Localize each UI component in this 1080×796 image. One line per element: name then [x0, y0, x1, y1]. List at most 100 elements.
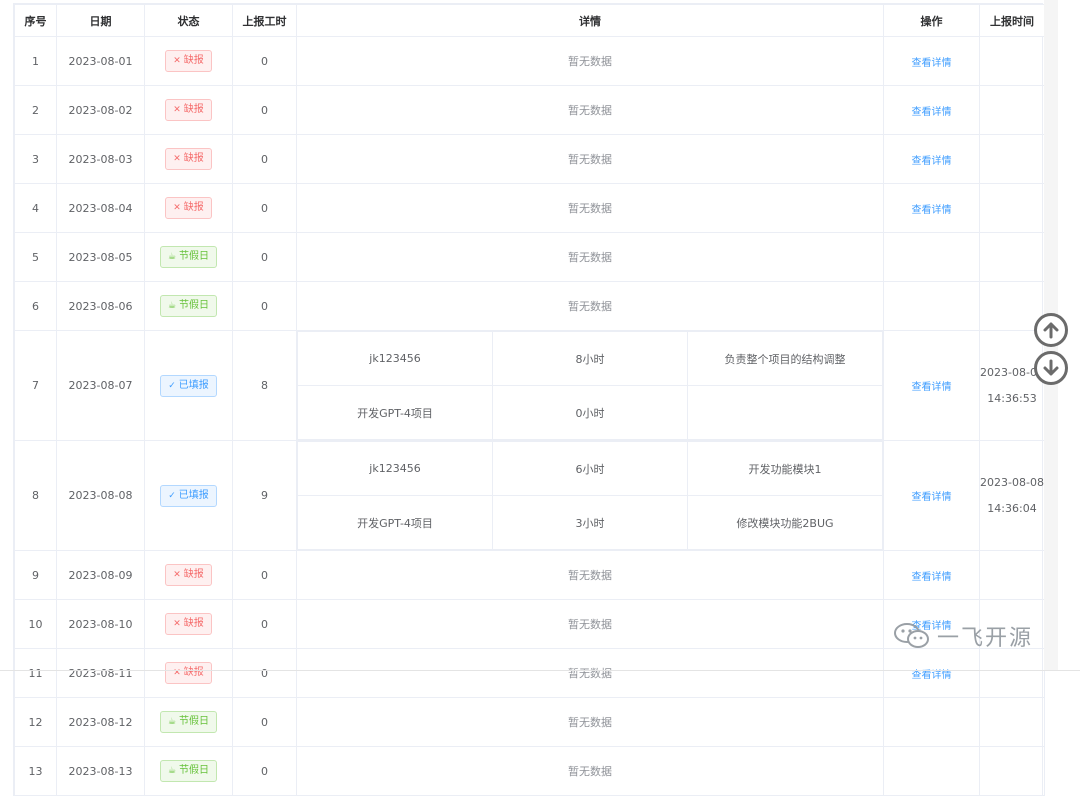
arrow-down-circle-icon [1043, 359, 1059, 376]
status-badge: ✕ 缺报 [165, 564, 212, 586]
column-header-hours: 上报工时 [232, 4, 297, 37]
detail-hours: 0小时 [492, 385, 688, 440]
cell-action: 查看详情 [883, 36, 980, 86]
detail-content: 修改模块功能2BUG [687, 495, 883, 550]
arrow-up-circle-icon [1043, 322, 1059, 339]
cell-report-time [979, 36, 1045, 86]
cell-hours: 0 [232, 134, 297, 184]
status-label: 缺报 [183, 569, 204, 580]
cell-hours: 0 [232, 599, 297, 649]
view-details-link[interactable]: 查看详情 [912, 58, 952, 69]
cell-date: 2023-08-11 [56, 648, 145, 698]
detail-content: 开发功能模块1 [687, 441, 883, 496]
cell-action: 查看详情 [883, 550, 980, 600]
report-clock: 14:36:04 [987, 501, 1037, 515]
cell-hours: 8 [232, 330, 297, 441]
daily-report-table: 序号 日期 状态 上报工时 详情 操作 上报时间 1 2023-08-01 ✕ 缺报 0… [13, 3, 1045, 796]
cell-hours: 0 [232, 648, 297, 698]
table-row: 10 2023-08-10 ✕ 缺报 0 暂无数据 查看详情 [14, 599, 1045, 649]
table-row: 6 2023-08-06 ☕ 节假日 0 暂无数据 [14, 281, 1045, 331]
view-details-link[interactable]: 查看详情 [912, 382, 952, 393]
wechat-icon [894, 623, 929, 648]
coffee-icon: ☕ [167, 766, 177, 776]
cell-index: 2 [14, 85, 57, 135]
cell-status: ☕ 节假日 [144, 746, 233, 796]
cell-status: ☕ 节假日 [144, 232, 233, 282]
detail-row: 开发GPT-4项目 3小时 修改模块功能2BUG [297, 495, 883, 550]
coffee-icon: ☕ [167, 301, 177, 311]
detail-row: jk123456 8小时 负责整个项目的结构调整 [297, 331, 883, 386]
detail-row: jk123456 6小时 开发功能模块1 [297, 441, 883, 496]
table-header-row: 序号 日期 状态 上报工时 详情 操作 上报时间 [14, 4, 1045, 37]
cell-report-time [979, 697, 1045, 747]
cell-index: 5 [14, 232, 57, 282]
view-details-link[interactable]: 查看详情 [912, 572, 952, 583]
view-details-link[interactable]: 查看详情 [912, 107, 952, 118]
cell-index: 3 [14, 134, 57, 184]
scroll-up-button[interactable] [1034, 313, 1068, 347]
status-badge: ✕ 缺报 [165, 197, 212, 219]
cell-action [883, 746, 980, 796]
cell-date: 2023-08-05 [56, 232, 145, 282]
table-row: 7 2023-08-07 ✓ 已填报 8 jk123456 8小时 负责整个项目的结构调整 开发… [14, 330, 1045, 441]
cell-status: ✕ 缺报 [144, 550, 233, 600]
detail-subtable: jk123456 6小时 开发功能模块1 开发GPT-4项目 3小时 修改模块功能2BUG [297, 441, 883, 550]
cell-detail-empty: 暂无数据 [296, 648, 884, 698]
cell-date: 2023-08-02 [56, 85, 145, 135]
cell-action: 查看详情 [883, 648, 980, 698]
status-label: 缺报 [183, 667, 204, 678]
view-details-link[interactable]: 查看详情 [912, 492, 952, 503]
cell-status: ☕ 节假日 [144, 697, 233, 747]
cell-action: 查看详情 [883, 183, 980, 233]
detail-project: jk123456 [297, 441, 493, 496]
detail-hours: 6小时 [492, 441, 688, 496]
status-badge: ✕ 缺报 [165, 99, 212, 121]
status-label: 缺报 [183, 55, 204, 66]
cell-status: ✕ 缺报 [144, 134, 233, 184]
status-badge: ☕ 节假日 [159, 711, 218, 733]
detail-project: 开发GPT-4项目 [297, 385, 493, 440]
status-badge: ✓ 已填报 [160, 374, 217, 397]
detail-project: jk123456 [297, 331, 493, 386]
status-badge: ☕ 节假日 [159, 760, 218, 782]
column-header-action: 操作 [883, 4, 980, 37]
cell-action [883, 697, 980, 747]
close-icon: ✕ [173, 154, 181, 164]
view-details-link[interactable]: 查看详情 [912, 156, 952, 167]
status-badge: ☕ 节假日 [159, 295, 218, 317]
view-details-link[interactable]: 查看详情 [912, 205, 952, 216]
cell-action: 查看详情 [883, 134, 980, 184]
cell-date: 2023-08-03 [56, 134, 145, 184]
status-label: 已填报 [178, 379, 209, 391]
cell-status: ☕ 节假日 [144, 281, 233, 331]
cell-action: 查看详情 [883, 440, 980, 551]
cell-date: 2023-08-06 [56, 281, 145, 331]
table-row: 5 2023-08-05 ☕ 节假日 0 暂无数据 [14, 232, 1045, 282]
status-badge: ✓ 已填报 [160, 484, 217, 507]
cell-report-time [979, 648, 1045, 698]
cell-report-time [979, 85, 1045, 135]
view-details-link[interactable]: 查看详情 [912, 670, 952, 681]
cell-status: ✓ 已填报 [144, 440, 233, 551]
cell-report-time: 2023-08-08 14:36:04 [979, 440, 1045, 551]
cell-status: ✕ 缺报 [144, 36, 233, 86]
report-clock: 14:36:53 [987, 391, 1037, 405]
detail-subtable: jk123456 8小时 负责整个项目的结构调整 开发GPT-4项目 0小时 [297, 331, 883, 440]
cell-index: 9 [14, 550, 57, 600]
close-icon: ✕ [173, 203, 181, 213]
status-badge: ✕ 缺报 [165, 50, 212, 72]
cell-hours: 0 [232, 36, 297, 86]
status-label: 节假日 [179, 765, 210, 776]
cell-status: ✕ 缺报 [144, 85, 233, 135]
cell-detail-empty: 暂无数据 [296, 232, 884, 282]
check-icon: ✓ [168, 380, 176, 391]
detail-content [687, 385, 883, 440]
cell-hours: 0 [232, 232, 297, 282]
scroll-down-button[interactable] [1034, 351, 1068, 385]
cell-report-time [979, 232, 1045, 282]
table-row: 4 2023-08-04 ✕ 缺报 0 暂无数据 查看详情 [14, 183, 1045, 233]
cell-detail-empty: 暂无数据 [296, 550, 884, 600]
cell-detail-empty: 暂无数据 [296, 746, 884, 796]
close-icon: ✕ [173, 56, 181, 66]
status-label: 节假日 [179, 251, 210, 262]
